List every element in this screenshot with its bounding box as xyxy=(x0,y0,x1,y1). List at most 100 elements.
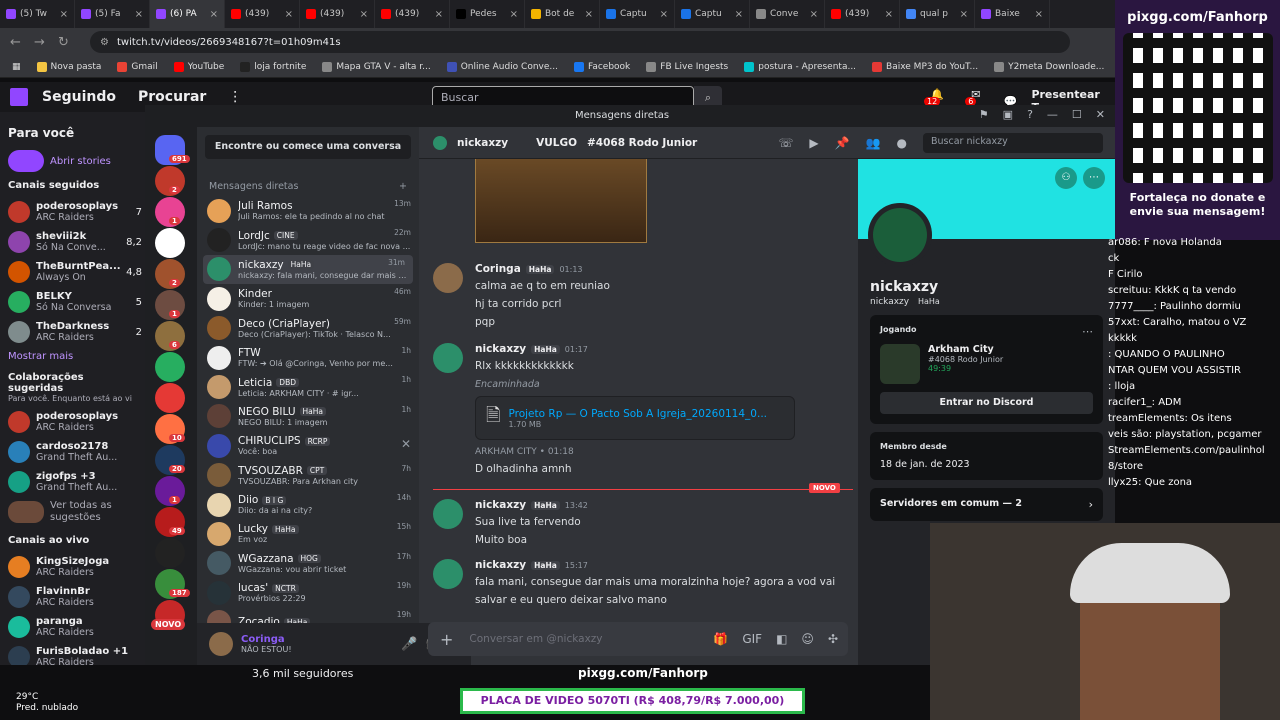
close-icon[interactable]: ✕ xyxy=(1096,108,1105,121)
close-tab-icon[interactable]: × xyxy=(285,9,293,20)
dm-row[interactable]: Diio B I G Diio: da ai na city? 14h xyxy=(197,490,419,519)
mutual-servers-row[interactable]: Servidores em comum — 2 › xyxy=(870,488,1103,521)
apps-icon[interactable]: ▦ xyxy=(12,62,21,72)
dm-row[interactable]: Deco (CriaPlayer) Deco (CriaPlayer): TikT… xyxy=(197,314,419,343)
file-attachment[interactable]: 🗎 Projeto Rp — O Pacto Sob A Igreja_20260… xyxy=(475,396,795,441)
activity-more-icon[interactable]: ⋯ xyxy=(1082,325,1093,338)
message-author[interactable]: Coringa xyxy=(475,263,521,275)
close-tab-icon[interactable]: × xyxy=(810,9,818,20)
nav-browse[interactable]: Procurar xyxy=(138,89,206,105)
message-author[interactable]: nickaxzy xyxy=(475,343,526,355)
message-avatar[interactable] xyxy=(433,499,463,529)
microphone-icon[interactable]: 🎤 xyxy=(401,637,417,652)
browser-tab[interactable]: (439) × xyxy=(225,0,300,28)
user-profile-icon[interactable]: ● xyxy=(897,136,907,150)
server-icon[interactable] xyxy=(155,538,185,568)
channel-row[interactable]: paranga ARC Raiders xyxy=(8,612,142,642)
browser-tab[interactable]: (6) PA × xyxy=(150,0,225,28)
message-author[interactable]: nickaxzy xyxy=(475,559,526,571)
server-icon[interactable] xyxy=(155,352,185,382)
close-tab-icon[interactable]: × xyxy=(60,9,68,20)
channel-row[interactable]: TheBurntPea... Always On 4,8 xyxy=(8,257,142,287)
close-tab-icon[interactable]: × xyxy=(510,9,518,20)
bookmark-item[interactable]: Y2meta Downloade... xyxy=(994,61,1104,72)
gift-icon[interactable]: 🎁 xyxy=(713,632,728,646)
dm-row[interactable]: Juli Ramos Juli Ramos: ele ta pedindo al … xyxy=(197,196,419,225)
browser-tab[interactable]: Bot de × xyxy=(525,0,600,28)
bookmark-item[interactable]: postura - Apresenta... xyxy=(744,61,856,72)
dm-row[interactable]: NEGO BILU HaHa NEGO BILU: 1 imagem 1h xyxy=(197,402,419,431)
url-field[interactable]: ⚙ twitch.tv/videos/2669348167?t=01h09m41… xyxy=(90,31,1070,53)
message-composer[interactable]: + Conversar em @nickaxzy 🎁 GIF ◧ ☺ ✣ xyxy=(428,622,848,656)
browser-tab[interactable]: Baixe × xyxy=(975,0,1050,28)
chat-search-input[interactable]: Buscar nickaxzy xyxy=(923,132,1103,153)
channel-row[interactable]: sheviii2k Só Na Conve... 8,2 xyxy=(8,227,142,257)
browser-tab[interactable]: (5) Fa × xyxy=(75,0,150,28)
join-discord-button[interactable]: Entrar no Discord xyxy=(880,392,1093,414)
forward-source[interactable]: ARKHAM CITY • 01:18 xyxy=(475,446,853,458)
open-stories-link[interactable]: Abrir stories xyxy=(50,156,111,167)
maximize-icon[interactable]: ☐ xyxy=(1072,108,1082,121)
reload-icon[interactable]: ↻ xyxy=(58,35,72,50)
bookmark-item[interactable]: Baixe MP3 do YouT... xyxy=(872,61,978,72)
close-tab-icon[interactable]: × xyxy=(885,9,893,20)
close-tab-icon[interactable]: × xyxy=(660,9,668,20)
gif-icon[interactable]: GIF xyxy=(742,632,762,646)
dm-row[interactable]: Leticia DBD Leticia: ARKHAM CITY · # igr..… xyxy=(197,372,419,401)
attachment-name[interactable]: Projeto Rp — O Pacto Sob A Igreja_202601… xyxy=(508,408,767,420)
stories-row[interactable]: Abrir stories xyxy=(8,146,142,176)
add-friends-icon[interactable]: 👥 xyxy=(866,136,881,150)
browser-tab[interactable]: Captu × xyxy=(675,0,750,28)
site-info-icon[interactable]: ⚙ xyxy=(100,37,109,48)
chat-user-name[interactable]: nickaxzy xyxy=(457,137,508,149)
close-tab-icon[interactable]: × xyxy=(585,9,593,20)
find-conversation-button[interactable]: Encontre ou comece uma conversa xyxy=(205,135,411,159)
close-tab-icon[interactable]: × xyxy=(210,9,218,20)
server-icon[interactable] xyxy=(155,228,185,258)
nav-following[interactable]: Seguindo xyxy=(42,89,116,105)
dm-row[interactable]: TVSOUZABR CPT TVSOUZABR: Para Arkhan city 7… xyxy=(197,461,419,490)
channel-row[interactable]: poderosoplays ARC Raiders xyxy=(8,407,142,437)
browser-tab[interactable]: (439) × xyxy=(375,0,450,28)
dm-row[interactable]: LordJc CINE LordJc: mano tu reage video de… xyxy=(197,225,419,254)
embedded-image[interactable] xyxy=(475,159,647,243)
channel-row[interactable]: TheDarkness ARC Raiders 2 xyxy=(8,317,142,347)
inbox-icon[interactable]: ⚑ xyxy=(979,108,989,121)
create-dm-icon[interactable]: + xyxy=(399,181,407,192)
more-icon[interactable]: ⋮ xyxy=(228,89,242,105)
minimize-icon[interactable]: — xyxy=(1047,108,1058,121)
close-tab-icon[interactable]: × xyxy=(735,9,743,20)
message-avatar[interactable] xyxy=(433,263,463,293)
message-avatar[interactable] xyxy=(433,559,463,589)
voice-call-icon[interactable]: ☏ xyxy=(778,136,793,150)
close-tab-icon[interactable]: × xyxy=(135,9,143,20)
bookmark-item[interactable]: Nova pasta xyxy=(36,61,101,72)
back-icon[interactable]: ← xyxy=(10,35,24,50)
channel-row[interactable]: zigofps +3 Grand Theft Au... xyxy=(8,467,142,497)
browser-tab[interactable]: Conve × xyxy=(750,0,825,28)
close-tab-icon[interactable]: × xyxy=(435,9,443,20)
see-all-suggestions[interactable]: Ver todas as sugestões xyxy=(8,497,142,527)
channel-row[interactable]: KingSizeJoga ARC Raiders xyxy=(8,552,142,582)
browser-tab[interactable]: Captu × xyxy=(600,0,675,28)
bookmark-item[interactable]: Mapa GTA V - alta r... xyxy=(322,61,431,72)
sticker-icon[interactable]: ◧ xyxy=(776,632,787,646)
dm-row[interactable]: WGazzana HOG WGazzana: vou abrir ticket 17h xyxy=(197,549,419,578)
channel-row[interactable]: BELKY Só Na Conversa 5 xyxy=(8,287,142,317)
bookmark-item[interactable]: FB Live Ingests xyxy=(646,61,728,72)
message-avatar[interactable] xyxy=(433,343,463,373)
bookmark-item[interactable]: Online Audio Conve... xyxy=(446,61,558,72)
channel-row[interactable]: cardoso2178 Grand Theft Au... xyxy=(8,437,142,467)
dm-row[interactable]: CHIRUCLIPS RCRP Você: boa ✕ xyxy=(197,431,419,460)
close-tab-icon[interactable]: × xyxy=(360,9,368,20)
profile-more-icon[interactable]: ⋯ xyxy=(1083,167,1105,189)
server-icon[interactable] xyxy=(155,383,185,413)
apps-icon[interactable]: ✣ xyxy=(828,632,838,646)
bookmark-item[interactable]: Gmail xyxy=(117,61,158,72)
add-friend-icon[interactable]: ⚇ xyxy=(1055,167,1077,189)
close-tab-icon[interactable]: × xyxy=(1035,9,1043,20)
channel-row[interactable]: FlavinnBr ARC Raiders xyxy=(8,582,142,612)
profile-avatar[interactable] xyxy=(868,203,932,267)
dm-row[interactable]: Kinder Kinder: 1 imagem 46m xyxy=(197,284,419,313)
video-call-icon[interactable]: ▶ xyxy=(809,136,818,150)
